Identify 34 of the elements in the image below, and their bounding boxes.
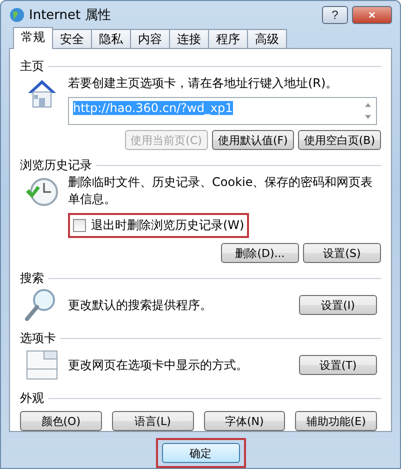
globe-icon bbox=[9, 6, 25, 22]
tab[interactable]: 连接 bbox=[169, 29, 209, 48]
button[interactable]: 辅助功能(E) bbox=[295, 411, 377, 431]
checkbox-label: 退出时删除浏览历史记录(W) bbox=[91, 217, 244, 234]
button[interactable]: 设置(S) bbox=[303, 243, 381, 263]
button[interactable]: 设置(I) bbox=[299, 295, 377, 315]
section-title: 主页 bbox=[20, 58, 44, 74]
description: 更改默认的搜索提供程序。 bbox=[68, 296, 212, 314]
section-title: 外观 bbox=[20, 390, 44, 406]
button[interactable]: 删除(D)... bbox=[221, 243, 299, 263]
description: 更改网页在选项卡中显示的方式。 bbox=[68, 356, 248, 374]
button[interactable]: 使用空白页(B) bbox=[298, 130, 381, 150]
tab[interactable]: 隐私 bbox=[91, 29, 131, 48]
button[interactable]: 设置(T) bbox=[299, 355, 377, 375]
window-title: Internet 属性 bbox=[29, 6, 112, 24]
tab[interactable]: 程序 bbox=[208, 29, 248, 48]
description: 若要创建主页选项卡，请在各地址行键入地址(R)。 bbox=[68, 75, 339, 92]
tab[interactable]: 内容 bbox=[130, 29, 170, 48]
section-title: 搜索 bbox=[20, 270, 44, 286]
section-title: 浏览历史记录 bbox=[20, 156, 92, 174]
button[interactable]: 颜色(O) bbox=[20, 411, 102, 431]
tab[interactable]: 安全 bbox=[52, 29, 92, 48]
button[interactable]: 语言(L) bbox=[112, 411, 194, 431]
checkbox[interactable] bbox=[73, 219, 86, 232]
description: 删除临时文件、历史记录、Cookie、保存的密码和网页表单信息。 bbox=[68, 174, 374, 208]
scroll-arrows-icon bbox=[364, 101, 372, 121]
ok-button[interactable]: 确定 bbox=[162, 443, 240, 463]
tab[interactable]: 高级 bbox=[247, 29, 287, 48]
button[interactable]: 字体(N) bbox=[204, 411, 286, 431]
button[interactable]: 使用默认值(F) bbox=[212, 130, 294, 150]
checkbox-row[interactable]: 退出时删除浏览历史记录(W) bbox=[68, 213, 250, 238]
help-button[interactable]: ? bbox=[322, 6, 348, 24]
section-title: 选项卡 bbox=[20, 330, 56, 346]
tab[interactable]: 常规 bbox=[13, 27, 53, 49]
